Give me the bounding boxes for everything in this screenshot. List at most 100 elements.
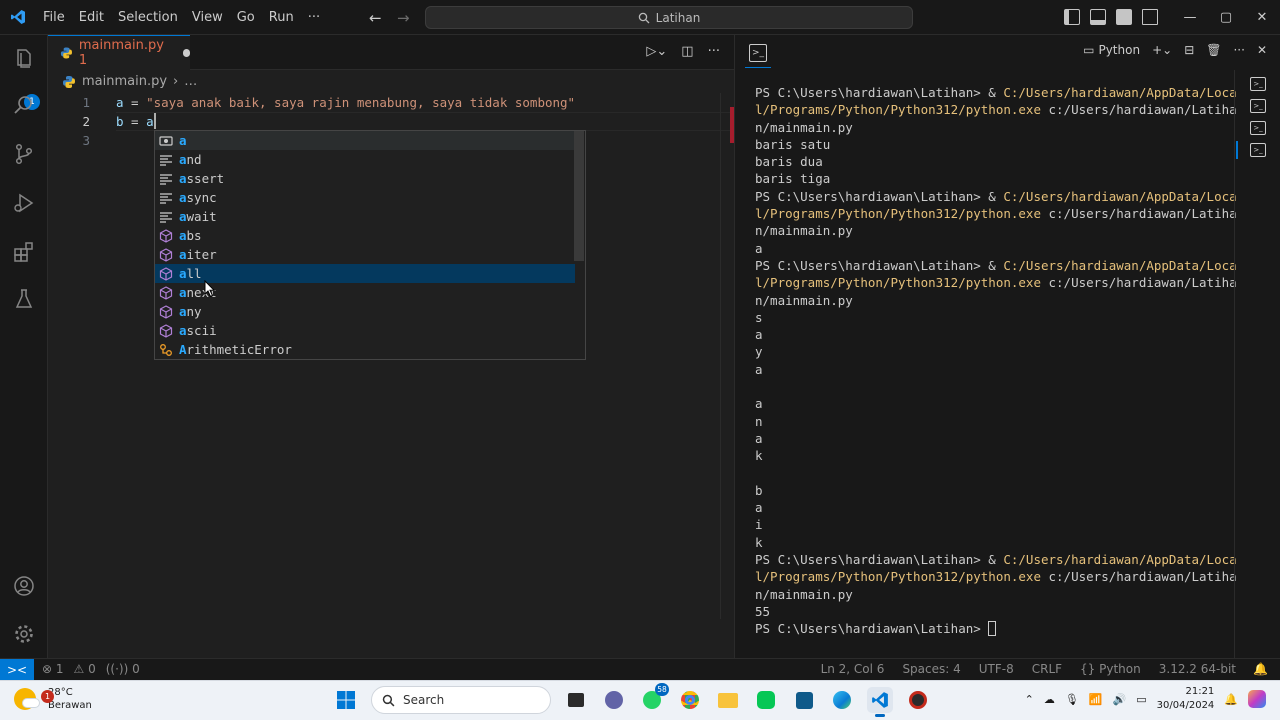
testing-icon[interactable] — [12, 287, 36, 311]
function-icon — [159, 285, 173, 300]
breadcrumb-file[interactable]: mainmain.py — [82, 74, 167, 89]
terminal-output[interactable]: PS C:\Users\hardiawan\Latihan> & C:/User… — [755, 84, 1237, 638]
menu-file[interactable]: File — [36, 10, 72, 25]
minimize-button[interactable]: — — [1172, 0, 1208, 35]
maximize-panel-icon[interactable]: ⊟ — [1184, 43, 1194, 57]
close-panel-icon[interactable]: ✕ — [1257, 43, 1267, 57]
weather-cloudy-icon — [14, 688, 40, 710]
suggest-item-any[interactable]: any — [155, 302, 575, 321]
function-icon — [159, 247, 173, 262]
notification-bell-icon[interactable]: 🔔 — [1253, 662, 1268, 676]
indentation[interactable]: Spaces: 4 — [902, 662, 960, 676]
suggest-item-aiter[interactable]: aiter — [155, 245, 575, 264]
menu-run[interactable]: Run — [262, 10, 301, 25]
recorder-app-icon[interactable] — [905, 687, 931, 713]
end-of-line[interactable]: CRLF — [1032, 662, 1062, 676]
chrome-icon[interactable] — [677, 687, 703, 713]
microphone-icon[interactable]: 🎙 — [1065, 693, 1079, 706]
more-actions-icon[interactable]: ··· — [1233, 43, 1244, 57]
problems-summary[interactable]: ⊗ 1 ⚠ 0 ((·)) 0 — [42, 662, 140, 676]
errors-count: ⊗ 1 — [42, 662, 64, 676]
terminal-instance-icon[interactable]: >_ — [1250, 99, 1266, 113]
toggle-secondary-sidebar-icon[interactable] — [1116, 9, 1132, 25]
toggle-panel-icon[interactable] — [1090, 9, 1106, 25]
python-interpreter[interactable]: 3.12.2 64-bit — [1159, 662, 1236, 676]
suggest-item-a[interactable]: a — [155, 131, 575, 150]
run-debug-icon[interactable] — [12, 191, 36, 215]
close-window-button[interactable]: ✕ — [1244, 0, 1280, 35]
terminal-line: baris tiga — [755, 171, 831, 187]
task-view-icon[interactable] — [563, 687, 589, 713]
customize-layout-icon[interactable] — [1142, 9, 1158, 25]
account-icon[interactable] — [12, 574, 36, 598]
code-line[interactable]: a = "saya anak baik, saya rajin menabung… — [116, 93, 726, 112]
back-arrow-icon[interactable]: ← — [369, 9, 382, 27]
menu-view[interactable]: View — [185, 10, 230, 25]
unsaved-dot-icon[interactable] — [182, 49, 190, 57]
line-app-icon[interactable] — [753, 687, 779, 713]
new-terminal-icon[interactable]: +⌄ — [1152, 43, 1172, 57]
menu-go[interactable]: Go — [230, 10, 262, 25]
clock[interactable]: 21:21 30/04/2024 — [1157, 685, 1215, 713]
menu-more[interactable]: ··· — [301, 10, 327, 25]
menu-edit[interactable]: Edit — [72, 10, 111, 25]
more-actions-icon[interactable]: ··· — [708, 44, 720, 59]
onedrive-cloud-icon[interactable]: ☁ — [1044, 693, 1055, 706]
split-editor-icon[interactable]: ◫ — [681, 44, 693, 59]
vscode-taskbar-icon[interactable] — [867, 687, 893, 717]
terminal-line: a — [755, 500, 763, 516]
toggle-primary-sidebar-icon[interactable] — [1064, 9, 1080, 25]
terminal-line: PS C:\Users\hardiawan\Latihan> & C:/User… — [755, 85, 1237, 100]
suggest-item-and[interactable]: and — [155, 150, 575, 169]
terminal-instance-icon[interactable]: >_ — [1236, 141, 1266, 159]
notification-bell-icon[interactable]: 🔔 — [1224, 693, 1238, 706]
suggest-item-await[interactable]: await — [155, 207, 575, 226]
source-control-icon[interactable] — [12, 142, 36, 166]
taskbar-search[interactable]: Search — [371, 686, 551, 714]
menu-selection[interactable]: Selection — [111, 10, 185, 25]
code-line[interactable]: b = a — [116, 112, 726, 131]
extensions-icon[interactable] — [12, 240, 36, 264]
suggest-item-arithmeticerror[interactable]: ArithmeticError — [155, 340, 575, 359]
clock-time: 21:21 — [1185, 686, 1215, 697]
suggest-item-ascii[interactable]: ascii — [155, 321, 575, 340]
file-explorer-icon[interactable] — [715, 687, 741, 713]
terminal-tab-icon[interactable]: >_ — [749, 44, 767, 62]
windows-start-icon[interactable] — [333, 687, 359, 713]
terminal-instance-icon[interactable]: >_ — [1250, 121, 1266, 135]
command-center-search[interactable]: Latihan — [425, 6, 913, 29]
store-icon[interactable] — [791, 687, 817, 713]
edge-icon[interactable] — [829, 687, 855, 713]
suggest-item-async[interactable]: async — [155, 188, 575, 207]
maximize-button[interactable]: ▢ — [1208, 0, 1244, 35]
weather-widget[interactable]: 1 28°C Berawan — [14, 686, 92, 712]
suggest-item-all[interactable]: all — [155, 264, 575, 283]
copilot-icon[interactable] — [1248, 690, 1266, 708]
battery-icon[interactable]: ▭ — [1136, 693, 1146, 706]
suggest-item-label: ascii — [179, 323, 217, 338]
terminal-profile[interactable]: ▭ Python — [1083, 43, 1140, 57]
wifi-icon[interactable]: 📶 — [1089, 693, 1103, 706]
tab-mainmain-py[interactable]: mainmain.py 1 — [48, 35, 190, 70]
chat-app-icon[interactable] — [601, 687, 627, 713]
editor-scrollbar[interactable] — [720, 93, 730, 619]
volume-icon[interactable]: 🔊 — [1113, 693, 1127, 706]
suggest-item-anext[interactable]: anext — [155, 283, 575, 302]
trash-icon[interactable]: 🗑 — [1206, 43, 1221, 57]
remote-indicator[interactable]: >< — [0, 659, 34, 681]
terminal-line: i — [755, 517, 763, 533]
chevron-up-icon[interactable]: ⌃ — [1025, 693, 1034, 706]
suggest-item-abs[interactable]: abs — [155, 226, 575, 245]
settings-gear-icon[interactable] — [12, 622, 36, 646]
run-python-file-icon[interactable]: ▷⌄ — [646, 44, 667, 59]
breadcrumb-symbols[interactable]: … — [184, 74, 197, 89]
whatsapp-icon[interactable]: 58 — [639, 683, 669, 713]
cursor-position[interactable]: Ln 2, Col 6 — [821, 662, 885, 676]
suggest-item-assert[interactable]: assert — [155, 169, 575, 188]
suggest-scrollbar[interactable] — [574, 131, 584, 261]
files-icon[interactable] — [12, 47, 36, 71]
search-icon[interactable] — [12, 93, 36, 117]
terminal-instance-icon[interactable]: >_ — [1250, 77, 1266, 91]
forward-arrow-icon[interactable]: → — [397, 9, 410, 27]
encoding[interactable]: UTF-8 — [979, 662, 1014, 676]
